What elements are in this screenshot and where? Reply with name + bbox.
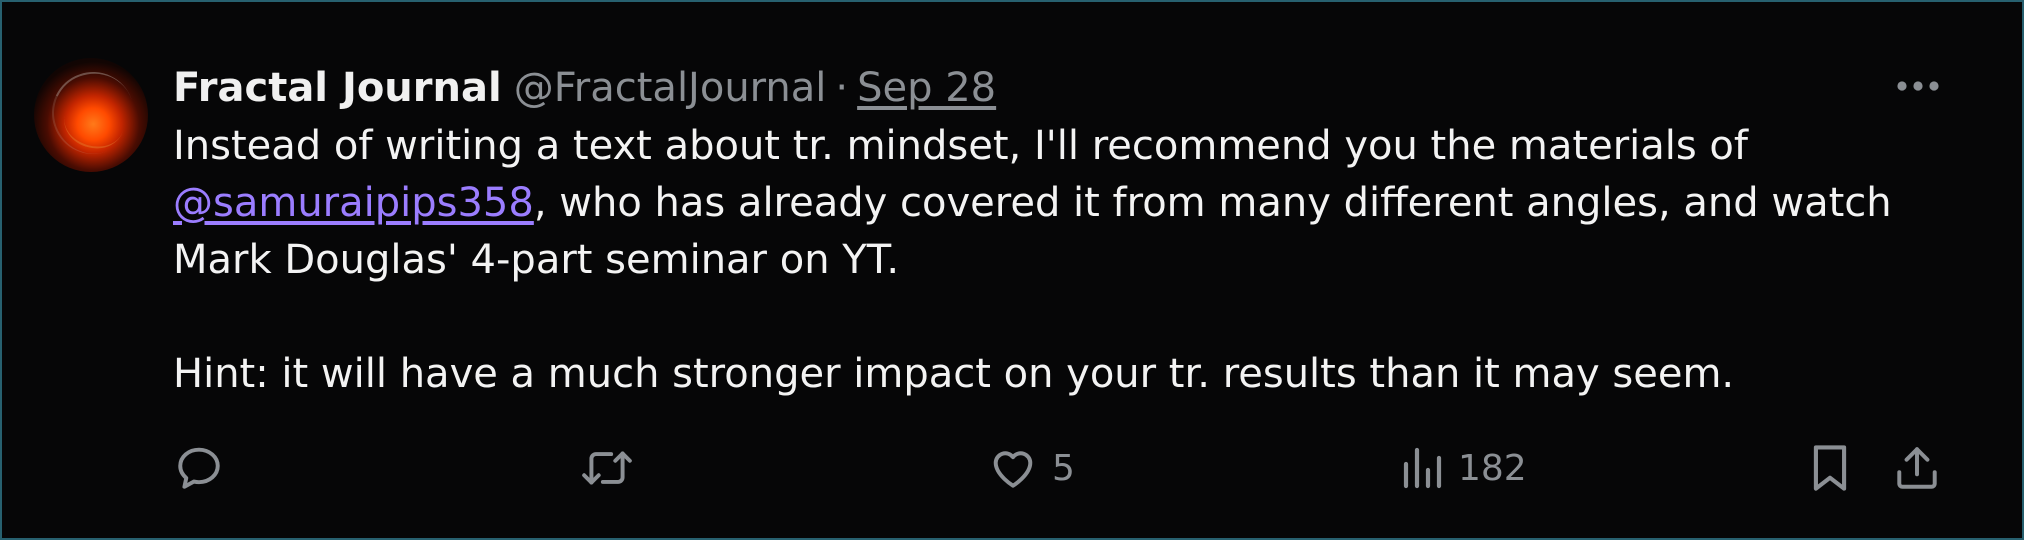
- more-horizontal-icon: [1897, 81, 1939, 91]
- author-handle[interactable]: @FractalJournal: [514, 60, 827, 116]
- tweet-paragraph-2: Hint: it will have a much stronger impac…: [173, 351, 1735, 397]
- like-button[interactable]: 5: [988, 440, 1075, 496]
- retweet-button[interactable]: [580, 440, 634, 496]
- reply-button[interactable]: [174, 440, 224, 496]
- bar-chart-icon: [1403, 447, 1442, 489]
- share-upload-icon: [1897, 447, 1937, 489]
- views-button[interactable]: 182: [1400, 440, 1527, 496]
- tweet-header: Fractal Journal @FractalJournal · Sep 28: [173, 60, 996, 116]
- avatar[interactable]: [34, 58, 148, 172]
- more-options-button[interactable]: [1892, 68, 1944, 104]
- retweet-arrows-icon: [582, 451, 632, 485]
- mention-link[interactable]: @samuraipips358: [173, 180, 534, 226]
- tweet-text: Instead of writing a text about tr. mind…: [173, 118, 1993, 403]
- like-count: 5: [1052, 447, 1075, 489]
- share-button[interactable]: [1892, 440, 1942, 496]
- bookmark-button[interactable]: [1808, 440, 1852, 496]
- tweet-date-link[interactable]: Sep 28: [857, 60, 996, 116]
- tweet-text-before-mention: Instead of writing a text about tr. mind…: [173, 123, 1748, 169]
- view-count: 182: [1458, 447, 1527, 489]
- tweet-card: Fractal Journal @FractalJournal · Sep 28…: [0, 0, 2024, 540]
- author-display-name[interactable]: Fractal Journal: [173, 60, 502, 116]
- header-separator: ·: [835, 65, 849, 111]
- heart-icon: [993, 451, 1033, 488]
- tweet-paragraph-1: Instead of writing a text about tr. mind…: [173, 118, 1993, 289]
- tweet-actions-bar: 5 182: [2, 440, 2022, 496]
- speech-bubble-icon: [178, 447, 220, 489]
- bookmark-icon: [1813, 445, 1847, 491]
